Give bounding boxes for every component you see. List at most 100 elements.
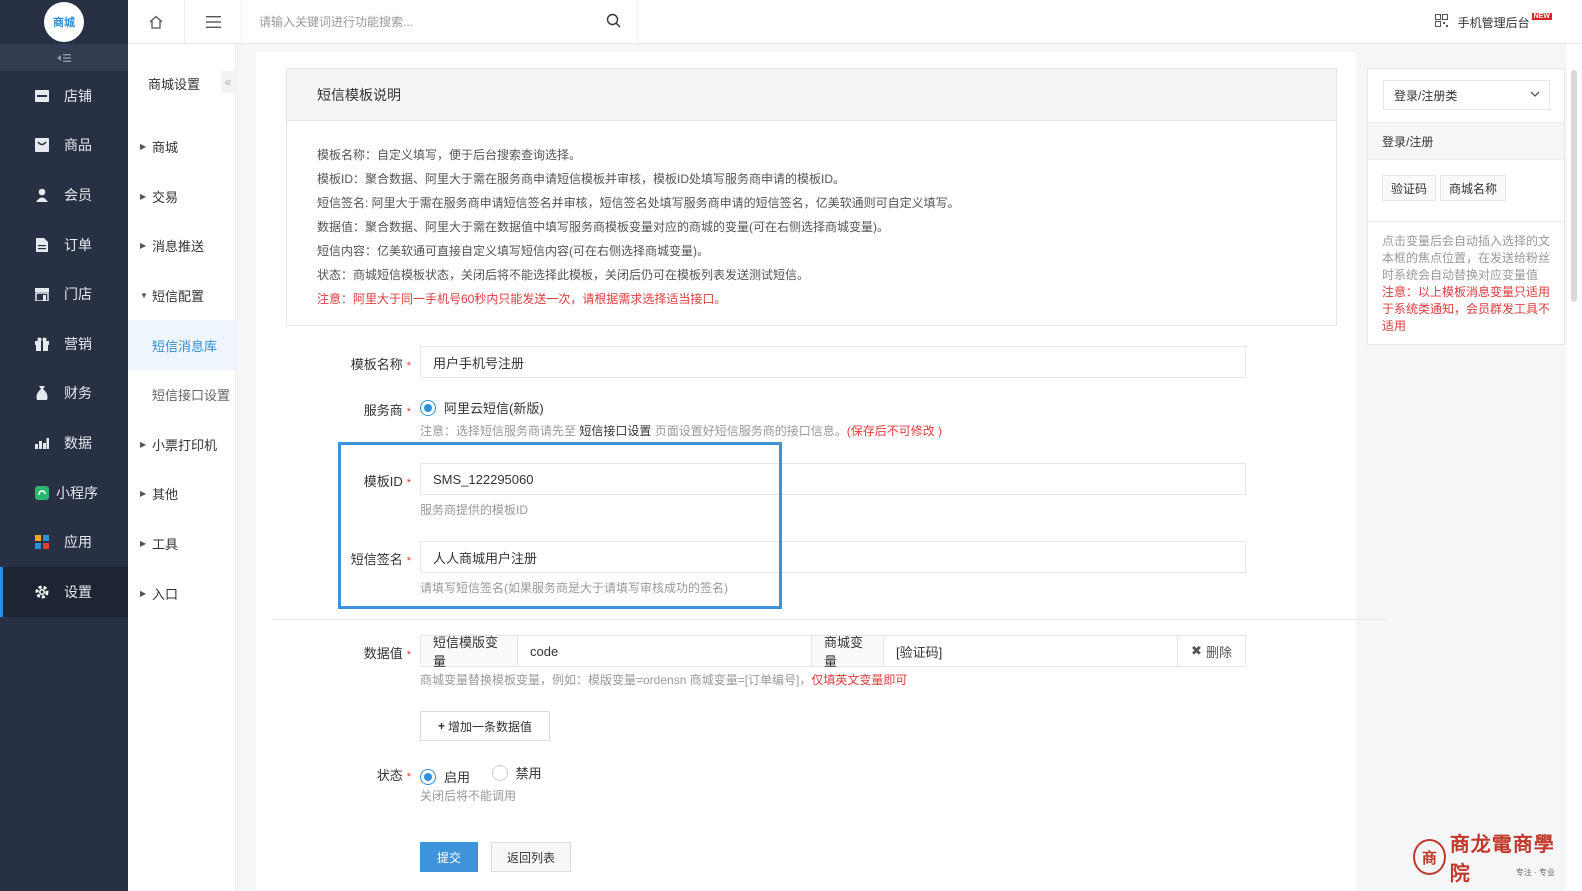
radio-dot <box>420 399 436 416</box>
caret-right-icon: ▶ <box>140 191 147 201</box>
miniprogram-icon <box>34 485 50 501</box>
radio-dot <box>491 764 508 781</box>
menu-icon[interactable] <box>185 0 242 44</box>
user-icon <box>34 187 50 203</box>
template-name-label: 模板名称 * <box>316 354 411 373</box>
required-mark: * <box>406 555 411 567</box>
instruction-line: 短信内容：亿美软通可直接自定义填写短信内容(可在右侧选择商城变量)。 <box>317 244 709 258</box>
nav-item-order[interactable]: 订单 <box>0 220 128 270</box>
nav-item-store[interactable]: 店铺 <box>0 71 128 121</box>
data-value-row: 短信模版变量 code 商城变量 [验证码] ✖ 删除 <box>420 635 1246 669</box>
required-mark: * <box>406 477 411 489</box>
logo-area: 商城 <box>0 0 128 44</box>
submenu-item-sms-interface[interactable]: 短信接口设置 <box>128 370 235 420</box>
caret-right-icon: ▶ <box>140 142 147 152</box>
variable-tags: 验证码 商城名称 <box>1382 175 1507 201</box>
chevron-down-icon <box>1529 88 1541 103</box>
instruction-line: 状态：商城短信模板状态，关闭后将不能选择此模板，关闭后仍可在模板列表发送测试短信… <box>317 268 810 282</box>
mobile-admin-link[interactable]: 手机管理后台 NEW <box>1434 0 1552 44</box>
submenu-item-sms-config[interactable]: ▼ 短信配置 <box>128 271 235 321</box>
top-header: 手机管理后台 NEW <box>128 0 1582 44</box>
radio-label: 启用 <box>444 770 471 785</box>
status-radio-disabled[interactable]: 禁用 <box>491 763 542 782</box>
variable-category-title: 登录/注册 <box>1368 122 1564 160</box>
submenu-item-label: 短信配置 <box>152 289 205 305</box>
variable-tag-code[interactable]: 验证码 <box>1382 175 1437 201</box>
submenu-item-mall[interactable]: ▶ 商城 <box>128 122 235 172</box>
mall-variable-input[interactable]: [验证码] <box>884 636 1178 666</box>
template-id-input[interactable]: SMS_122295060 <box>420 463 1246 495</box>
submenu-item-trade[interactable]: ▶ 交易 <box>128 172 235 222</box>
qrcode-icon <box>1434 14 1448 30</box>
nav-item-member[interactable]: 会员 <box>0 170 128 220</box>
bar-chart-icon <box>34 435 50 451</box>
nav-item-data[interactable]: 数据 <box>0 418 128 468</box>
submenu-item-label: 短信消息库 <box>152 338 218 354</box>
variable-tag-mallname[interactable]: 商城名称 <box>1440 175 1507 201</box>
nav-item-shop[interactable]: 门店 <box>0 269 128 319</box>
submenu-item-tools[interactable]: ▶ 工具 <box>128 519 235 569</box>
nav-item-goods[interactable]: 商品 <box>0 121 128 171</box>
template-instructions-panel: 短信模板说明 模板名称：自定义填写，便于后台搜索查询选择。 模板ID：聚合数据、… <box>286 68 1337 326</box>
template-name-input[interactable]: 用户手机号注册 <box>420 346 1246 378</box>
watermark-emblem: 商 <box>1413 839 1446 875</box>
sms-interface-link[interactable]: 短信接口设置 <box>579 424 651 438</box>
search-icon[interactable] <box>606 13 621 31</box>
label-text: 状态 <box>376 768 403 783</box>
nav-item-label: 会员 <box>64 186 92 203</box>
main-content: 短信模板说明 模板名称：自定义填写，便于后台搜索查询选择。 模板ID：聚合数据、… <box>256 52 1386 891</box>
field-value: 用户手机号注册 <box>433 355 525 371</box>
nav-item-label: 应用 <box>64 534 92 551</box>
caret-right-icon: ▶ <box>140 439 147 449</box>
new-badge: NEW <box>1531 12 1552 20</box>
function-search <box>242 0 638 44</box>
template-variable-input[interactable]: code <box>518 636 812 666</box>
nav-item-settings[interactable]: 设置 <box>0 566 128 617</box>
signature-input[interactable]: 人人商城用户注册 <box>420 541 1246 573</box>
variable-category-select[interactable]: 登录/注册类 <box>1383 80 1550 110</box>
search-input[interactable] <box>259 14 599 29</box>
nav-item-apps[interactable]: 应用 <box>0 517 128 567</box>
submenu-item-other[interactable]: ▶ 其他 <box>128 469 235 519</box>
money-bag-icon <box>34 385 50 401</box>
submenu-item-label: 工具 <box>152 537 179 553</box>
status-radio-enabled[interactable]: 启用 <box>420 767 470 786</box>
caret-right-icon: ▶ <box>140 241 147 251</box>
provider-label: 服务商 * <box>316 400 411 419</box>
fold-submenu-icon[interactable]: « <box>221 71 235 93</box>
nav-item-miniprogram[interactable]: 小程序 <box>0 468 128 518</box>
delete-data-button[interactable]: ✖ 删除 <box>1178 636 1245 666</box>
instruction-warning: 注意：阿里大于同一手机号60秒内只能发送一次，请根据需求选择适当接口。 <box>317 292 727 306</box>
watermark-subtext: 专注 · 专业 <box>1515 868 1555 877</box>
submenu-item-sms-library[interactable]: 短信消息库 <box>128 320 235 370</box>
back-to-list-button[interactable]: 返回列表 <box>491 842 571 872</box>
label-text: 数据值 <box>363 646 403 661</box>
page-scrollbar-thumb[interactable] <box>1571 70 1577 302</box>
nav-item-marketing[interactable]: 营销 <box>0 319 128 369</box>
caret-right-icon: ▶ <box>140 489 147 499</box>
nav-item-finance[interactable]: 财务 <box>0 369 128 419</box>
hint-text: 页面设置好短信服务商的接口信息。 <box>654 424 847 438</box>
nav-item-label: 财务 <box>64 385 92 402</box>
submit-button[interactable]: 提交 <box>420 842 478 872</box>
submenu-item-label: 其他 <box>152 487 179 503</box>
shop-icon <box>34 286 50 302</box>
settings-submenu: 商城设置 « ▶ 商城 ▶ 交易 ▶ 消息推送 ▼ 短信配置 短信消息库 短信接口设置 … <box>128 44 236 891</box>
note-text: 点击变量后会自动插入选择的文本框的焦点位置，在发送给粉丝时系统会自动替换对应变量… <box>1382 234 1551 282</box>
select-value: 登录/注册类 <box>1394 88 1458 103</box>
label-text: 模板ID <box>363 474 403 489</box>
panel-divider <box>1368 221 1564 222</box>
submenu-item-label: 商城 <box>152 140 179 156</box>
add-data-button[interactable]: + 增加一条数据值 <box>420 711 550 741</box>
home-icon[interactable] <box>128 0 185 44</box>
nav-item-label: 商品 <box>64 137 92 154</box>
submenu-item-printer[interactable]: ▶ 小票打印机 <box>128 420 235 470</box>
provider-radio-aliyun[interactable]: 阿里云短信(新版) <box>420 398 544 417</box>
required-mark: * <box>406 649 411 661</box>
submenu-item-entry[interactable]: ▶ 入口 <box>128 568 235 618</box>
submenu-item-push[interactable]: ▶ 消息推送 <box>128 221 235 271</box>
app-logo[interactable]: 商城 <box>44 2 84 42</box>
collapse-sidebar-icon[interactable] <box>0 44 128 71</box>
gear-icon <box>34 584 50 600</box>
radio-label: 阿里云短信(新版) <box>444 401 544 416</box>
